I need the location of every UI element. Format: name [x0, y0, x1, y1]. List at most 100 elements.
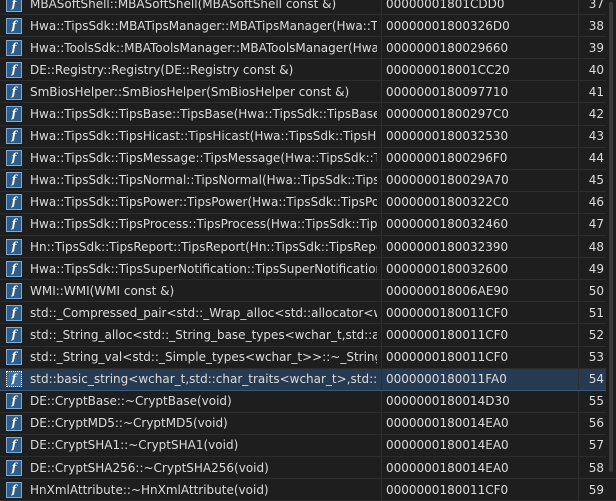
function-ordinal: 59	[588, 482, 604, 497]
row-icon-cell: f	[6, 170, 26, 191]
address-cell: 00000001800326D0	[386, 15, 579, 37]
function-name: std::_String_val<std::_Simple_types<wcha…	[30, 350, 377, 365]
function-name-cell: DE::CryptSHA256::~CryptSHA256(void)	[30, 456, 382, 479]
function-address: 0000000180014D30	[386, 394, 510, 409]
row-icon-cell: f	[6, 479, 26, 500]
row-icon-cell: f	[6, 391, 26, 412]
table-row[interactable]: f DE::CryptMD5::~CryptMD5(void) 0000000180…	[0, 412, 616, 435]
function-ordinal: 53	[588, 350, 604, 365]
table-row[interactable]: f WMI::WMI(WMI const &) 000000018006AE90 50	[0, 280, 616, 303]
function-icon: f	[6, 349, 22, 366]
table-row[interactable]: f Hwa::TipsSdk::TipsProcess::TipsProcess(…	[0, 213, 616, 237]
function-icon: f	[6, 39, 22, 56]
table-row-selected[interactable]: f std::basic_string<wchar_t,std::char_tra…	[0, 368, 616, 391]
function-icon: f	[6, 128, 22, 145]
function-ordinal: 51	[588, 305, 604, 320]
function-name-cell: Hwa::TipsSdk::TipsBase::TipsBase(Hwa::Ti…	[30, 103, 382, 125]
address-cell: 0000000180014EA0	[386, 456, 579, 479]
table-row[interactable]: f DE::CryptBase::~CryptBase(void) 00000001…	[0, 390, 616, 413]
table-row[interactable]: f Hwa::TipsSdk::TipsBase::TipsBase(Hwa::T…	[0, 103, 616, 126]
function-name: Hwa::TipsSdk::TipsMessage::TipsMessage(H…	[30, 151, 377, 166]
table-row[interactable]: f Hwa::ToolsSdk::MBAToolsManager::MBATool…	[0, 37, 616, 60]
row-icon-cell: f	[6, 236, 26, 257]
function-name-cell: WMI::WMI(WMI const &)	[30, 280, 382, 302]
function-ordinal: 38	[588, 18, 604, 33]
table-row[interactable]: f Hn::TipsSdk::TipsReport::TipsReport(Hn:…	[0, 236, 616, 259]
address-cell: 0000000180029A70	[386, 169, 579, 191]
row-icon-cell: f	[6, 413, 26, 434]
function-address: 0000000180011CF0	[386, 305, 509, 320]
table-row[interactable]: f Hwa::TipsSdk::TipsMessage::TipsMessage(…	[0, 147, 616, 170]
table-row[interactable]: f std::_String_val<std::_Simple_types<wch…	[0, 346, 616, 369]
function-address: 0000000180011CF0	[386, 327, 509, 342]
table-row[interactable]: f Hwa::TipsSdk::TipsPower::TipsPower(Hwa:…	[0, 191, 616, 214]
row-icon-cell: f	[6, 59, 26, 80]
ordinal-cell: 38	[580, 15, 604, 36]
function-name: SmBiosHelper::SmBiosHelper(SmBiosHelper …	[30, 84, 350, 99]
row-icon-cell: f	[6, 347, 26, 368]
row-icon-cell: f	[6, 37, 26, 58]
ordinal-cell: 55	[580, 391, 604, 412]
ordinal-cell: 54	[580, 369, 604, 390]
table-row[interactable]: f Hwa::TipsSdk::TipsSuperNotification::Ti…	[0, 258, 616, 281]
table-row[interactable]: f Hwa::TipsSdk::TipsNormal::TipsNormal(Hw…	[0, 169, 616, 192]
function-icon: f	[6, 172, 22, 189]
function-name-cell: Hwa::TipsSdk::TipsHicast::TipsHicast(Hwa…	[30, 125, 382, 147]
function-name: Hwa::TipsSdk::TipsSuperNotification::Tip…	[30, 261, 377, 276]
ordinal-cell: 52	[580, 324, 604, 345]
row-icon-cell: f	[6, 302, 26, 323]
function-name-cell: Hwa::ToolsSdk::MBAToolsManager::MBATools…	[30, 37, 382, 59]
table-row[interactable]: f DE::Registry::Registry(DE::Registry con…	[0, 59, 616, 82]
table-row[interactable]: f DE::CryptSHA1::~CryptSHA1(void) 00000001…	[0, 434, 616, 457]
address-cell: 0000000180032600	[386, 258, 579, 280]
row-icon-cell: f	[6, 103, 26, 124]
function-name: MBASoftShell::MBASoftShell(MBASoftShell …	[30, 0, 337, 11]
function-icon: f	[6, 282, 22, 299]
function-ordinal: 47	[588, 217, 604, 232]
function-address: 0000000180014EA0	[386, 416, 509, 431]
function-address: 0000000180011FA0	[386, 372, 507, 387]
function-address: 0000000180011CF0	[386, 482, 509, 497]
functions-table: f MBASoftShell::MBASoftShell(MBASoftShell…	[0, 0, 616, 501]
function-name: Hwa::TipsSdk::TipsBase::TipsBase(Hwa::Ti…	[30, 107, 377, 122]
function-address: 0000000180014EA0	[386, 438, 509, 453]
function-name-cell: Hwa::TipsSdk::TipsPower::TipsPower(Hwa::…	[30, 191, 382, 213]
row-icon-cell: f	[6, 435, 26, 456]
function-name-cell: Hwa::TipsSdk::TipsMessage::TipsMessage(H…	[30, 147, 382, 169]
table-row[interactable]: f std::_String_alloc<std::_String_base_ty…	[0, 324, 616, 347]
function-name: Hwa::ToolsSdk::MBAToolsManager::MBATools…	[30, 40, 377, 55]
ordinal-cell: 40	[580, 59, 604, 80]
table-row[interactable]: f HnXmlAttribute::~HnXmlAttribute(void) 00…	[0, 479, 616, 501]
ordinal-cell: 37	[580, 0, 604, 14]
table-row[interactable]: f DE::CryptSHA256::~CryptSHA256(void) 0000…	[0, 456, 616, 480]
function-name: std::_String_alloc<std::_String_base_typ…	[30, 327, 377, 342]
ordinal-cell: 53	[580, 347, 604, 368]
table-row[interactable]: f MBASoftShell::MBASoftShell(MBASoftShell…	[0, 0, 616, 16]
function-ordinal: 44	[588, 151, 604, 166]
function-icon: f	[6, 0, 22, 12]
address-cell: 0000000180011CF0	[386, 302, 579, 324]
scrollbar-thumb[interactable]	[609, 2, 613, 472]
ordinal-cell: 43	[580, 126, 604, 147]
table-row[interactable]: f Hwa::TipsSdk::MBATipsManager::MBATipsMa…	[0, 15, 616, 38]
function-address: 00000001800297C0	[386, 107, 509, 122]
table-row[interactable]: f std::_Compressed_pair<std::_Wrap_alloc<…	[0, 302, 616, 325]
function-name-cell: std::_Compressed_pair<std::_Wrap_alloc<s…	[30, 302, 382, 324]
table-row[interactable]: f SmBiosHelper::SmBiosHelper(SmBiosHelper…	[0, 81, 616, 104]
function-icon: f	[6, 150, 22, 167]
function-address: 0000000180032390	[386, 239, 509, 254]
address-cell: 000000018001CC20	[386, 59, 579, 81]
vertical-scrollbar[interactable]	[606, 0, 616, 474]
function-icon: f	[6, 415, 22, 432]
function-icon: f	[6, 61, 22, 78]
ordinal-cell: 45	[580, 170, 604, 191]
row-icon-cell: f	[6, 214, 26, 235]
ordinal-cell: 39	[580, 37, 604, 58]
function-name: DE::CryptSHA256::~CryptSHA256(void)	[30, 460, 269, 475]
ordinal-cell: 57	[580, 435, 604, 456]
table-row[interactable]: f Hwa::TipsSdk::TipsHicast::TipsHicast(Hw…	[0, 125, 616, 148]
function-address: 0000000180011CF0	[386, 350, 509, 365]
function-address: 0000000180029A70	[386, 173, 509, 188]
function-name: Hwa::TipsSdk::TipsNormal::TipsNormal(Hwa…	[30, 173, 377, 188]
ordinal-cell: 58	[580, 457, 604, 478]
